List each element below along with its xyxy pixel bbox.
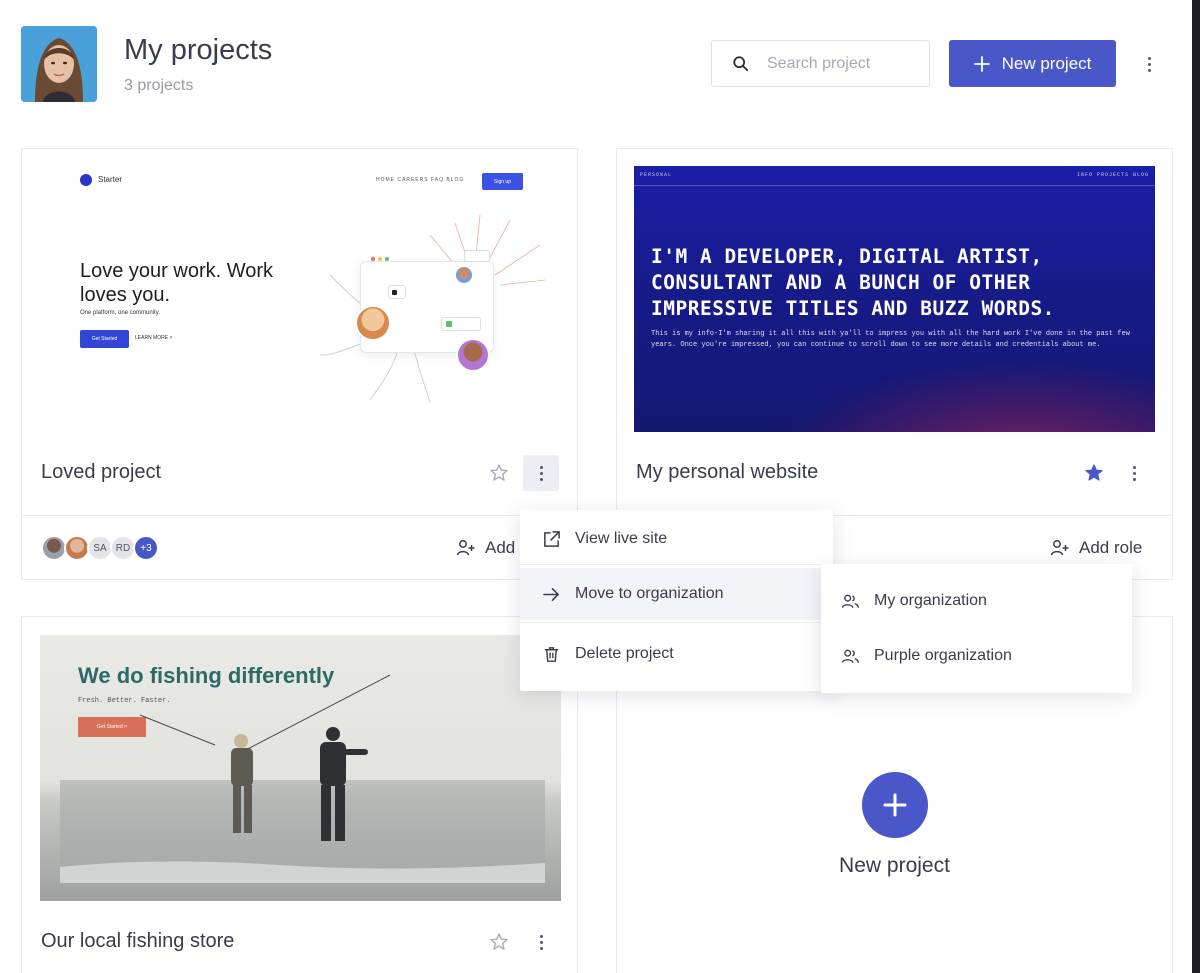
star-filled-icon[interactable] (1084, 463, 1104, 483)
project-card[interactable]: Starter HOME CAREERS FAQ BLOG Sign up Lo… (21, 148, 578, 580)
organization-submenu: My organization Purple organization (821, 564, 1132, 693)
user-plus-icon (456, 540, 475, 556)
preview-nav-right: INFO PROJECTS BLOG (1076, 172, 1149, 178)
plus-icon (973, 55, 990, 72)
external-link-icon (544, 530, 560, 547)
new-project-button[interactable]: New project (949, 40, 1116, 87)
menu-item-label: View live site (575, 530, 668, 547)
project-name[interactable]: Our local fishing store (41, 930, 234, 953)
menu-item-my-organization[interactable]: My organization (821, 580, 1132, 622)
page-title: My projects (124, 34, 273, 66)
avatar-more-count: +3 (133, 535, 159, 561)
menu-item-label: My organization (874, 592, 987, 609)
avatar (454, 265, 474, 285)
menu-item-purple-organization[interactable]: Purple organization (821, 635, 1132, 677)
preview-nav: PERSONAL INFO PROJECTS BLOG (634, 166, 1155, 186)
project-name[interactable]: My personal website (636, 461, 818, 484)
fishermen-illustration (60, 674, 545, 883)
project-preview[interactable]: PERSONAL INFO PROJECTS BLOG I'M A DEVELO… (634, 166, 1155, 432)
preview-subtext: One platform, one community. (80, 310, 160, 316)
divider (520, 564, 833, 565)
new-project-card-label[interactable]: New project (617, 854, 1172, 878)
preview-nav: HOME CAREERS FAQ BLOG (376, 177, 465, 183)
project-options-icon[interactable] (1116, 455, 1152, 491)
divider (22, 515, 577, 516)
preview-cta: Get Started (80, 330, 129, 348)
menu-item-view-live-site[interactable]: View live site (520, 518, 833, 560)
user-avatar[interactable] (21, 26, 97, 102)
preview-cta-secondary: LEARN MORE > (135, 335, 173, 341)
project-context-menu: View live site Move to organization Dele… (520, 510, 833, 691)
add-role-label: Add role (1079, 538, 1143, 557)
preview-logo-text: Starter (98, 175, 123, 184)
user-plus-icon (1050, 540, 1069, 556)
menu-item-delete-project[interactable]: Delete project (520, 633, 833, 675)
preview-headline: Love your work. Work loves you. (80, 260, 274, 306)
preview-nav-button: Sign up (482, 173, 523, 190)
search-input[interactable] (767, 54, 917, 73)
project-options-icon[interactable] (523, 924, 559, 960)
add-role-button[interactable]: Add role (1050, 538, 1142, 558)
preview-nav-left: PERSONAL (640, 172, 673, 178)
project-preview[interactable]: We do fishing differently Fresh. Better.… (40, 635, 561, 901)
star-icon[interactable] (489, 932, 509, 952)
menu-item-label: Delete project (575, 645, 674, 662)
more-options-icon[interactable] (1138, 50, 1160, 78)
project-options-icon[interactable] (523, 455, 559, 491)
project-count: 3 projects (124, 77, 194, 94)
avatar (355, 305, 391, 341)
star-icon[interactable] (489, 463, 509, 483)
menu-item-label: Move to organization (575, 585, 724, 602)
logo-icon (80, 174, 92, 186)
member-avatars[interactable]: SA RD +3 (41, 535, 159, 561)
arrow-right-icon (543, 587, 560, 601)
users-icon (841, 594, 860, 608)
project-name[interactable]: Loved project (41, 461, 161, 484)
add-project-button[interactable] (862, 772, 928, 838)
project-card[interactable]: We do fishing differently Fresh. Better.… (21, 616, 578, 973)
trash-icon (544, 646, 559, 662)
divider (520, 622, 833, 623)
search-icon (733, 55, 749, 71)
preview-headline: I'M A DEVELOPER, DIGITAL ARTIST, CONSULT… (651, 245, 1055, 320)
project-preview[interactable]: Starter HOME CAREERS FAQ BLOG Sign up Lo… (40, 165, 561, 427)
new-project-label: New project (1001, 53, 1092, 73)
avatar (456, 338, 490, 372)
menu-item-label: Purple organization (874, 647, 1012, 664)
plus-icon (883, 793, 907, 817)
search-box[interactable] (711, 40, 930, 87)
menu-item-move-to-organization[interactable]: Move to organization (520, 568, 833, 620)
users-icon (841, 649, 860, 663)
preview-paragraph: This is my info-I'm sharing it all this … (651, 330, 1130, 349)
window-edge (1192, 0, 1200, 973)
